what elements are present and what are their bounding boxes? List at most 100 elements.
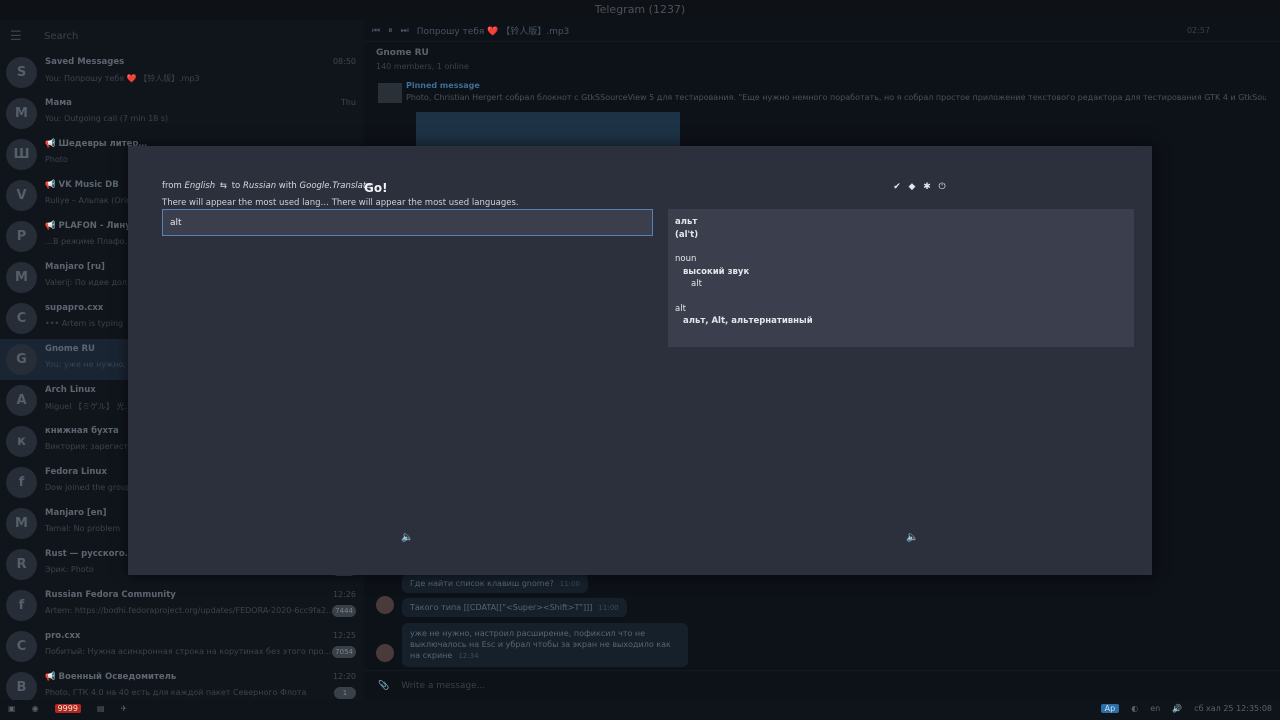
target-language[interactable]: Russian — [243, 181, 276, 191]
pinned-title: Pinned message — [406, 81, 480, 90]
avatar: V — [6, 180, 37, 211]
avatar: к — [6, 426, 37, 457]
diamond-question-icon[interactable]: ◆ — [907, 182, 917, 192]
system-tray: Ap ◐ en 🔊 сб хал 25 12:35:08 — [1100, 704, 1272, 713]
unread-badge: 7444 — [332, 605, 356, 617]
chat-last-message: Artem: https://bodhi.fedoraproject.org/u… — [45, 606, 335, 615]
result-transcription: (al't) — [675, 229, 699, 240]
avatar[interactable] — [376, 596, 394, 614]
chat-name: Russian Fedora Community — [45, 590, 176, 600]
app-icon[interactable]: ◉ — [32, 704, 39, 713]
message-text: Где найти список клавиш gnome? — [410, 579, 554, 588]
message-text: уже не нужно, настроил расширение, пофик… — [410, 629, 671, 660]
speaker-icon[interactable]: 🔈 — [401, 532, 413, 543]
chat-name: Rust — русского… — [45, 549, 134, 559]
discord-icon[interactable]: ◐ — [1131, 704, 1138, 713]
volume-icon[interactable]: 🔊 — [1172, 704, 1182, 713]
avatar: S — [6, 57, 37, 88]
result-term: alt — [675, 303, 686, 314]
translate-dialog: from English ⇆ to Russian with Google.Tr… — [128, 146, 1152, 575]
avatar: P — [6, 221, 37, 252]
app-icon[interactable]: ▤ — [97, 704, 105, 713]
pause-icon[interactable]: ⏸ — [388, 26, 393, 36]
recent-target-languages[interactable]: There will appear the most used language… — [332, 198, 519, 208]
translation-engine[interactable]: Google.Translate — [300, 181, 372, 191]
unread-badge: 1 — [334, 687, 356, 699]
avatar: Ш — [6, 139, 37, 170]
chat-name: Fedora Linux — [45, 467, 107, 477]
result-translation: высокий звук — [683, 266, 750, 277]
chat-name: 📢 Военный Осведомитель — [45, 672, 177, 682]
translation-result: альт (al't) noun высокий звук alt alt ал… — [668, 209, 1134, 347]
chat-name: Manjaro [ru] — [45, 262, 105, 272]
keyboard-layout[interactable]: en — [1150, 704, 1160, 713]
chat-list-item[interactable]: Cpro.cxx Побитый: Нужна асинхронная строк… — [0, 626, 364, 667]
chat-list-item[interactable]: М Мама You: Outgoing call (7 min 18 s) Thu — [0, 93, 364, 134]
chat-list-item[interactable]: f Russian Fedora Community Artem: https://… — [0, 585, 364, 626]
message-input[interactable]: Write a message... — [401, 681, 485, 691]
avatar[interactable] — [376, 644, 394, 662]
active-window-chip[interactable]: Ap — [1100, 704, 1120, 713]
avatar: М — [6, 98, 37, 129]
avatar: f — [6, 467, 37, 498]
dialog-toolbar: ✔ ◆ ✱ ⏻ — [892, 182, 947, 192]
language-selector-line: from English ⇆ to Russian with Google.Tr… — [162, 181, 371, 191]
recent-source-languages[interactable]: There will appear the most used lang… — [162, 198, 329, 208]
avatar: R — [6, 549, 37, 580]
chat-last-message: Побитый: Нужна асинхронная строка на кор… — [45, 647, 332, 656]
chat-name: книжная бухта — [45, 426, 119, 436]
chat-name: pro.cxx — [45, 631, 81, 641]
app-icon[interactable]: ▣ — [8, 704, 16, 713]
message-bubble: Такого типа [[CDATA[["<Super><Shift>T"]]… — [402, 598, 627, 617]
message-composer: 📎 Write a message... — [364, 670, 1280, 700]
chat-list-item[interactable]: В 📢 Военный Осведомитель Photo, ГТК 4.0 на… — [0, 667, 364, 700]
check-icon[interactable]: ✔ — [892, 182, 902, 192]
clock[interactable]: сб хал 25 12:35:08 — [1194, 704, 1272, 713]
message-time: 12:34 — [458, 652, 479, 660]
chat-last-message: Photo, ГТК 4.0 на 40 есть для каждой пак… — [45, 688, 307, 697]
message-bubble: Где найти список клавиш gnome? 11:00 — [402, 574, 588, 593]
pinned-message[interactable]: Pinned message Photo, Christian Hergert … — [374, 81, 1270, 107]
notification-badge: 9999 — [54, 704, 81, 713]
music-player: ⏮ ⏸ ⏭ Попрошу тебя ❤️ 【铃人版】.mp3 02:57 — [364, 20, 1280, 42]
go-button[interactable]: Go! — [364, 181, 388, 195]
chat-time: Thu — [340, 98, 356, 107]
result-headword: альт — [675, 217, 698, 227]
from-label: from — [162, 181, 182, 191]
chat-name: Saved Messages — [45, 57, 125, 67]
player-time: 02:57 — [1186, 26, 1210, 35]
chat-last-message: You: Outgoing call (7 min 18 s) — [45, 114, 169, 123]
source-language[interactable]: English — [184, 181, 215, 191]
swap-languages-icon[interactable]: ⇆ — [220, 181, 227, 191]
chat-list-item[interactable]: S Saved Messages You: Попрошу тебя ❤️ 【铃人版… — [0, 52, 364, 93]
search-input[interactable]: Search — [44, 31, 78, 42]
chat-name: Arch Linux — [45, 385, 96, 395]
chat-header: Gnome RU 140 members, 1 online — [364, 42, 1280, 77]
recent-languages-line: There will appear the most used lang… Th… — [162, 198, 519, 208]
previous-track-icon[interactable]: ⏮ — [372, 26, 380, 36]
source-text-input[interactable] — [162, 209, 653, 236]
sidebar-header: ☰ Search — [0, 20, 364, 52]
power-icon[interactable]: ⏻ — [937, 182, 947, 192]
chat-time: 12:26 — [332, 590, 356, 599]
avatar: C — [6, 631, 37, 662]
pinned-thumbnail — [378, 83, 402, 103]
speaker-icon[interactable]: 🔈 — [906, 532, 918, 543]
chat-name: supapro.cxx — [45, 303, 104, 313]
avatar: В — [6, 672, 37, 700]
taskbar: ▣ ◉ 9999 ▤ ✈ Ap ◐ en 🔊 сб хал 25 12:35:0… — [0, 700, 1280, 720]
message-time: 11:00 — [559, 580, 580, 588]
hamburger-menu-icon[interactable]: ☰ — [10, 29, 24, 44]
chat-name: Manjaro [en] — [45, 508, 107, 518]
avatar: A — [6, 385, 37, 416]
avatar: G — [6, 344, 37, 375]
attach-icon[interactable]: 📎 — [378, 681, 389, 691]
avatar: M — [6, 262, 37, 293]
message-image[interactable] — [416, 112, 680, 148]
avatar: f — [6, 590, 37, 621]
app-icon[interactable]: ✈ — [120, 704, 127, 713]
gear-icon[interactable]: ✱ — [922, 182, 932, 192]
to-label: to — [231, 181, 241, 191]
next-track-icon[interactable]: ⏭ — [401, 26, 409, 36]
chat-name: Gnome RU — [45, 344, 95, 354]
